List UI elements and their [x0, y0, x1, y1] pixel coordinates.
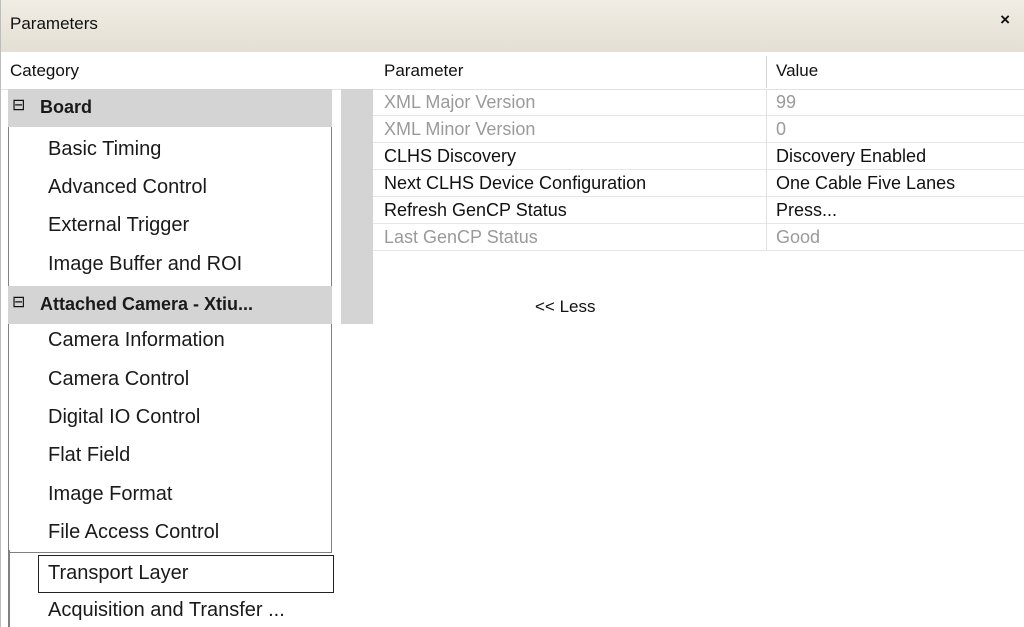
parameter-name: Last GenCP Status [384, 227, 538, 247]
category-group-board[interactable]: ⊟ Board [8, 89, 332, 127]
category-item-file-access-control[interactable]: File Access Control [8, 515, 332, 553]
cell-divider [766, 143, 767, 170]
parameter-name: XML Minor Version [384, 119, 536, 139]
category-item-label: Image Buffer and ROI [48, 253, 243, 275]
category-item-label: Transport Layer [48, 562, 189, 584]
category-item-label: Acquisition and Transfer ... [48, 599, 285, 621]
parameter-row[interactable]: Refresh GenCP Status Press... [373, 197, 1024, 224]
category-item-basic-timing[interactable]: Basic Timing [8, 132, 332, 170]
parameter-value-select[interactable]: One Cable Five Lanes [776, 173, 955, 194]
collapse-icon[interactable]: ⊟ [12, 98, 26, 114]
category-item-camera-information[interactable]: Camera Information [8, 323, 332, 361]
column-divider[interactable] [766, 56, 767, 88]
category-item-digital-io-control[interactable]: Digital IO Control [8, 400, 332, 438]
category-item-label: Camera Information [48, 329, 225, 351]
parameter-name: CLHS Discovery [384, 146, 517, 166]
category-item-label: Basic Timing [48, 138, 162, 160]
category-column-header: Category [10, 61, 79, 80]
category-item-label: Advanced Control [48, 176, 207, 198]
category-item-label: External Trigger [48, 214, 190, 236]
refresh-press-button[interactable]: Press... [776, 200, 837, 221]
category-item-label: Camera Control [48, 368, 190, 390]
cell-divider [766, 197, 767, 224]
parameter-name: Next CLHS Device Configuration [384, 173, 647, 193]
parameter-row[interactable]: CLHS Discovery Discovery Enabled [373, 143, 1024, 170]
category-item-flat-field[interactable]: Flat Field [8, 438, 332, 476]
parameter-column-header[interactable]: Parameter [384, 61, 463, 81]
parameter-value: Good [776, 227, 821, 247]
category-group-attached-camera[interactable]: ⊟ Attached Camera - Xtiu... [8, 286, 332, 324]
collapse-icon[interactable]: ⊟ [12, 295, 26, 311]
category-group-label: Board [40, 97, 93, 117]
parameters-window: Parameters × Category Parameter Value ⊟ … [0, 0, 1024, 627]
parameter-row[interactable]: Last GenCP Status Good [373, 224, 1024, 251]
category-scroll-edge [8, 550, 10, 627]
parameter-value: 99 [776, 92, 797, 112]
value-column-header[interactable]: Value [776, 61, 818, 81]
parameter-value: 0 [776, 119, 787, 139]
parameter-name: Refresh GenCP Status [384, 200, 567, 220]
row-header-gutter [341, 89, 373, 324]
category-list: ⊟ Board Basic Timing Advanced Control Ex… [8, 89, 334, 627]
title-bar[interactable]: Parameters × [1, 0, 1024, 52]
parameter-row[interactable]: XML Minor Version 0 [373, 116, 1024, 143]
category-item-image-buffer-roi[interactable]: Image Buffer and ROI [8, 247, 332, 285]
category-item-label: Flat Field [48, 444, 131, 466]
category-item-external-trigger[interactable]: External Trigger [8, 208, 332, 246]
category-group-label: Attached Camera - Xtiu... [40, 294, 254, 314]
column-headers: Category Parameter Value [1, 52, 1024, 90]
parameter-name: XML Major Version [384, 92, 536, 112]
parameter-row[interactable]: XML Major Version 99 [373, 89, 1024, 116]
close-icon[interactable]: × [1000, 10, 1010, 30]
cell-divider [766, 224, 767, 251]
category-item-acquisition-transfer[interactable]: Acquisition and Transfer ... [8, 593, 332, 627]
cell-divider [766, 116, 767, 143]
window-title: Parameters [10, 14, 98, 33]
category-item-camera-control[interactable]: Camera Control [8, 362, 332, 400]
category-item-image-format[interactable]: Image Format [8, 477, 332, 515]
cell-divider [766, 170, 767, 197]
category-item-label: Image Format [48, 483, 173, 505]
category-item-label: Digital IO Control [48, 406, 201, 428]
category-item-transport-layer[interactable]: Transport Layer [38, 555, 334, 593]
less-toggle-link[interactable]: << Less [535, 297, 596, 317]
category-item-advanced-control[interactable]: Advanced Control [8, 170, 332, 208]
parameter-row[interactable]: Next CLHS Device Configuration One Cable… [373, 170, 1024, 197]
cell-divider [766, 89, 767, 116]
category-item-label: File Access Control [48, 521, 220, 543]
parameter-value-select[interactable]: Discovery Enabled [776, 146, 926, 167]
